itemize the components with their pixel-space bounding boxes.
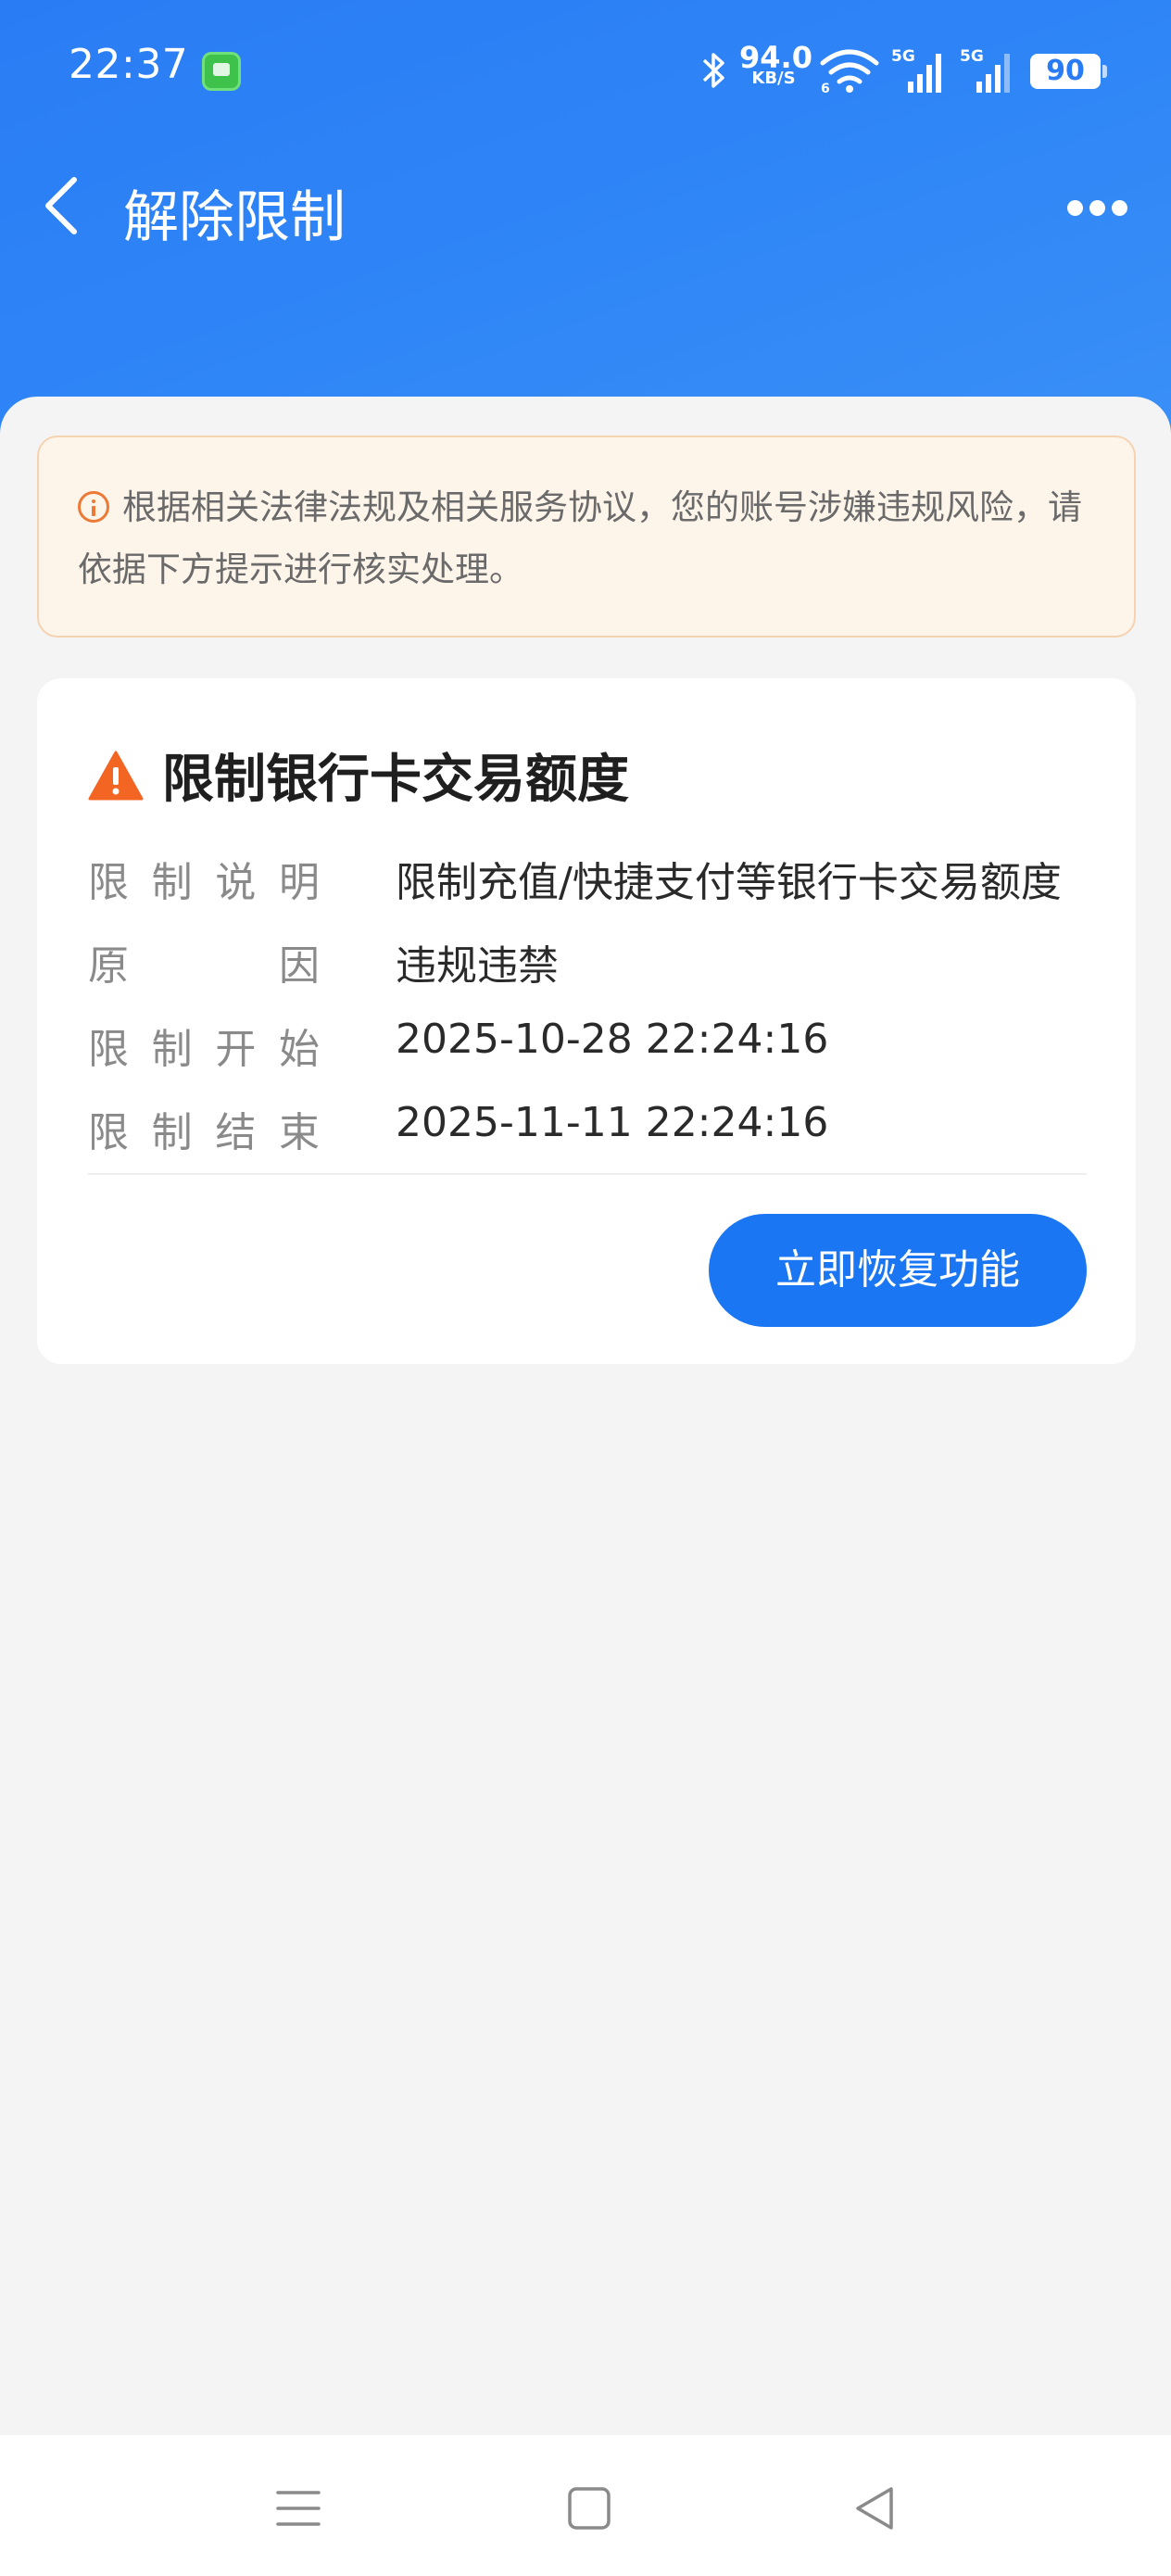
detail-row: 原因 违规违禁: [88, 932, 1107, 997]
system-navigation-bar: [0, 2435, 1171, 2576]
status-bar: 22:37 94.0 KB/S 6 5G 5G 90: [0, 0, 1171, 139]
detail-value: 违规违禁: [396, 942, 559, 990]
detail-label: 限制结束: [88, 1109, 320, 1156]
signal-5g-icon: 5G: [891, 47, 941, 93]
more-dot: [1112, 200, 1127, 216]
more-options-button[interactable]: [1064, 189, 1130, 226]
restore-function-button[interactable]: 立即恢复功能: [709, 1214, 1087, 1327]
svg-text:6: 6: [821, 82, 830, 95]
signal-5g-icon: 5G: [960, 47, 1010, 93]
menu-icon[interactable]: [273, 2483, 323, 2533]
detail-row: 限制说明 限制充值/快捷支付等银行卡交易额度: [88, 849, 1107, 914]
restriction-title: 限制银行卡交易额度: [162, 750, 629, 810]
restriction-card: 限制银行卡交易额度 限制说明 限制充值/快捷支付等银行卡交易额度 原因 违规违禁…: [37, 678, 1136, 1364]
detail-label: 限制开始: [88, 1026, 320, 1073]
svg-text:5G: 5G: [960, 47, 984, 66]
warning-icon: [88, 751, 144, 801]
detail-row: 限制开始 2025-10-28 22:24:16: [88, 1016, 1107, 1080]
wifi-icon: 6: [820, 49, 879, 95]
status-time: 22:37: [69, 41, 189, 88]
notice-text: 根据相关法律法规及相关服务协议，您的账号涉嫌违规风险，请依据下方提示进行核实处理…: [78, 487, 1082, 589]
detail-value: 2025-10-28 22:24:16: [396, 1016, 829, 1063]
back-button[interactable]: [37, 169, 89, 243]
info-icon: [78, 491, 109, 523]
notice-banner: 根据相关法律法规及相关服务协议，您的账号涉嫌违规风险，请依据下方提示进行核实处理…: [37, 436, 1136, 638]
detail-value: 限制充值/快捷支付等银行卡交易额度: [396, 859, 1062, 906]
detail-value: 2025-11-11 22:24:16: [396, 1099, 829, 1146]
more-dot: [1067, 200, 1083, 216]
bluetooth-icon: [702, 53, 724, 88]
back-triangle-icon[interactable]: [850, 2483, 900, 2533]
network-speed: 94.0 KB/S: [739, 43, 812, 87]
detail-row: 限制结束 2025-11-11 22:24:16: [88, 1099, 1107, 1164]
detail-label: 原因: [88, 942, 320, 990]
battery-icon: 90: [1030, 54, 1107, 89]
detail-label: 限制说明: [88, 859, 320, 906]
svg-text:5G: 5G: [891, 47, 915, 66]
more-dot: [1089, 200, 1105, 216]
page-title: 解除限制: [123, 185, 346, 250]
chat-app-icon: [202, 52, 241, 91]
home-icon[interactable]: [564, 2483, 614, 2533]
divider: [88, 1173, 1087, 1175]
